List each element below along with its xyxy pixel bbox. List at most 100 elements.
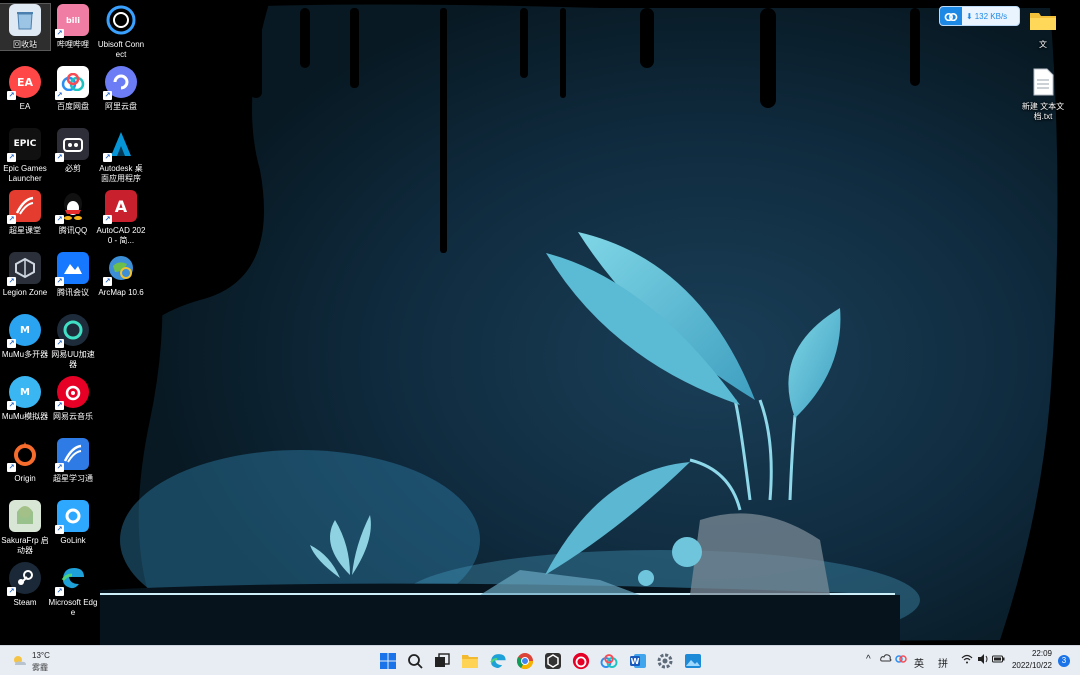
taskbar-unity[interactable] bbox=[544, 652, 562, 670]
taskbar-chrome[interactable] bbox=[516, 652, 534, 670]
desktop-icon-xuexitong[interactable]: ↗ 超星学习通 bbox=[48, 438, 98, 484]
weather-haze-icon bbox=[12, 654, 28, 673]
qq-icon: ↗ bbox=[55, 190, 89, 224]
show-hidden-icons-chevron-icon[interactable]: ^ bbox=[866, 654, 871, 665]
desktop-icon-sakurafrp[interactable]: SakuraFrp 启动器 bbox=[0, 500, 50, 556]
weather-desc: 雾霾 bbox=[32, 663, 48, 672]
taskbar: 13°C 雾霾 W ^ 英 拼 22:09 2022/10/22 3 bbox=[0, 645, 1080, 675]
desktop-icon-legion-zone[interactable]: ↗ Legion Zone bbox=[0, 252, 50, 298]
desktop-icon-ea[interactable]: EA ↗ EA bbox=[0, 66, 50, 112]
desktop-wallpaper bbox=[0, 0, 1080, 645]
mumu-emulator-icon: M ↗ bbox=[7, 376, 41, 410]
legion-zone-icon: ↗ bbox=[7, 252, 41, 286]
weather-widget[interactable]: 13°C 雾霾 bbox=[10, 650, 70, 672]
desktop-icon-mumu-multi[interactable]: M ↗ MuMu多开器 bbox=[0, 314, 50, 360]
desktop-icon-epic-games[interactable]: EPIC ↗ Epic Games Launcher bbox=[0, 128, 50, 184]
aliyun-drive-icon: ↗ bbox=[103, 66, 137, 100]
desktop-icon-golink[interactable]: ↗ GoLink bbox=[48, 500, 98, 546]
ea-icon: EA ↗ bbox=[7, 66, 41, 100]
chaoxing-icon: ↗ bbox=[7, 190, 41, 224]
desktop-icon-baidu-netdisk[interactable]: ↗ 百度网盘 bbox=[48, 66, 98, 112]
edge-icon: ↗ bbox=[55, 562, 89, 596]
chrome-icon bbox=[516, 653, 534, 670]
desktop-icon-folder[interactable]: 文 bbox=[1018, 4, 1068, 50]
task-view-button[interactable] bbox=[433, 652, 451, 670]
search-button[interactable] bbox=[406, 652, 424, 670]
arcmap-icon: ↗ bbox=[103, 252, 137, 286]
desktop-icon-arcmap[interactable]: ↗ ArcMap 10.6 bbox=[96, 252, 146, 298]
desktop-icon-autocad[interactable]: A ↗ AutoCAD 2020 - 简... bbox=[96, 190, 146, 246]
xuexitong-icon: ↗ bbox=[55, 438, 89, 472]
svg-text:W: W bbox=[631, 657, 640, 666]
taskbar-file-explorer[interactable] bbox=[461, 652, 479, 670]
settings-icon bbox=[657, 653, 673, 669]
desktop-icon-aliyun-drive[interactable]: ↗ 阿里云盘 bbox=[96, 66, 146, 112]
baidu-netdisk-icon: ↗ bbox=[55, 66, 89, 100]
desktop-icon-steam[interactable]: ↗ Steam bbox=[0, 562, 50, 608]
desktop-icon-qq[interactable]: ↗ 腾讯QQ bbox=[48, 190, 98, 236]
autodesk-icon: ↗ bbox=[103, 128, 137, 162]
task-view-icon bbox=[435, 653, 450, 667]
tencent-meeting-icon: ↗ bbox=[55, 252, 89, 286]
word-icon: W bbox=[630, 654, 646, 668]
netdisk-speed-widget[interactable]: ⬇ 132 KB/s bbox=[939, 6, 1020, 26]
wifi-icon[interactable] bbox=[961, 654, 973, 667]
ime-mode[interactable]: 拼 bbox=[938, 655, 948, 670]
desktop-icon-recycle-bin[interactable]: 回收站 bbox=[0, 3, 51, 51]
epic-games-icon: EPIC ↗ bbox=[7, 128, 41, 162]
desktop-icon-edge[interactable]: ↗ Microsoft Edge bbox=[48, 562, 98, 618]
taskbar-baidu-netdisk[interactable] bbox=[600, 652, 618, 670]
taskbar-settings[interactable] bbox=[656, 652, 674, 670]
desktop-icon-netease-music[interactable]: ↗ 网易云音乐 bbox=[48, 376, 98, 422]
desktop-icon-mumu-emulator[interactable]: M ↗ MuMu模拟器 bbox=[0, 376, 50, 422]
desktop-icon-autodesk[interactable]: ↗ Autodesk 桌面应用程序 bbox=[96, 128, 146, 184]
desktop-icon-bilibili[interactable]: bili ↗ 哔哩哔哩 bbox=[48, 4, 98, 50]
clock-date[interactable]: 2022/10/22 bbox=[1008, 661, 1052, 670]
unity-icon bbox=[545, 653, 561, 669]
start-button[interactable] bbox=[379, 652, 397, 670]
edge-icon bbox=[490, 654, 506, 669]
weather-temp: 13°C bbox=[32, 651, 50, 660]
battery-icon[interactable] bbox=[992, 654, 1005, 667]
notification-badge[interactable]: 3 bbox=[1058, 655, 1070, 667]
origin-icon: ↗ bbox=[7, 438, 41, 472]
ime-language[interactable]: 英 bbox=[914, 655, 924, 670]
uu-accelerator-icon: ↗ bbox=[55, 314, 89, 348]
start-icon bbox=[380, 653, 396, 669]
baidu-netdisk-icon bbox=[940, 7, 962, 25]
ubisoft-icon bbox=[105, 4, 137, 36]
taskbar-photos[interactable] bbox=[684, 652, 702, 670]
desktop-icon-ubisoft[interactable]: Ubisoft Connect bbox=[96, 4, 146, 60]
baidu-netdisk-tray-icon[interactable] bbox=[895, 653, 907, 666]
bijian-icon: ↗ bbox=[55, 128, 89, 162]
clock-time[interactable]: 22:09 bbox=[1012, 649, 1052, 658]
netease-music-icon: ↗ bbox=[55, 376, 89, 410]
recycle-bin-icon bbox=[9, 4, 41, 36]
desktop-icon-bijian[interactable]: ↗ 必剪 bbox=[48, 128, 98, 174]
file-explorer-icon bbox=[462, 655, 478, 668]
folder-icon bbox=[1027, 4, 1059, 36]
autocad-icon: A ↗ bbox=[103, 190, 137, 224]
baidu-netdisk-icon bbox=[600, 654, 618, 668]
onedrive-icon[interactable] bbox=[880, 653, 892, 666]
desktop-icon-origin[interactable]: ↗ Origin bbox=[0, 438, 50, 484]
text-file-icon bbox=[1027, 66, 1059, 98]
wallpaper-art bbox=[0, 0, 1080, 645]
mumu-multi-icon: M ↗ bbox=[7, 314, 41, 348]
taskbar-edge[interactable] bbox=[489, 652, 507, 670]
download-speed: 132 KB/s bbox=[974, 11, 1008, 21]
sakurafrp-icon bbox=[9, 500, 41, 532]
desktop-icon-chaoxing[interactable]: ↗ 超星课堂 bbox=[0, 190, 50, 236]
search-icon bbox=[408, 654, 423, 669]
steam-icon: ↗ bbox=[7, 562, 41, 596]
bilibili-icon: bili ↗ bbox=[55, 4, 89, 38]
desktop-icon-text-file[interactable]: 新建 文本文档.txt bbox=[1018, 66, 1068, 122]
desktop-icon-tencent-meeting[interactable]: ↗ 腾讯会议 bbox=[48, 252, 98, 298]
download-arrow-icon: ⬇ bbox=[966, 11, 973, 21]
netease-music-icon bbox=[572, 652, 590, 670]
taskbar-word[interactable]: W bbox=[629, 652, 647, 670]
desktop-icon-uu-accelerator[interactable]: ↗ 网易UU加速器 bbox=[48, 314, 98, 370]
golink-icon: ↗ bbox=[55, 500, 89, 534]
volume-icon[interactable] bbox=[977, 654, 989, 667]
taskbar-netease-music[interactable] bbox=[572, 652, 590, 670]
